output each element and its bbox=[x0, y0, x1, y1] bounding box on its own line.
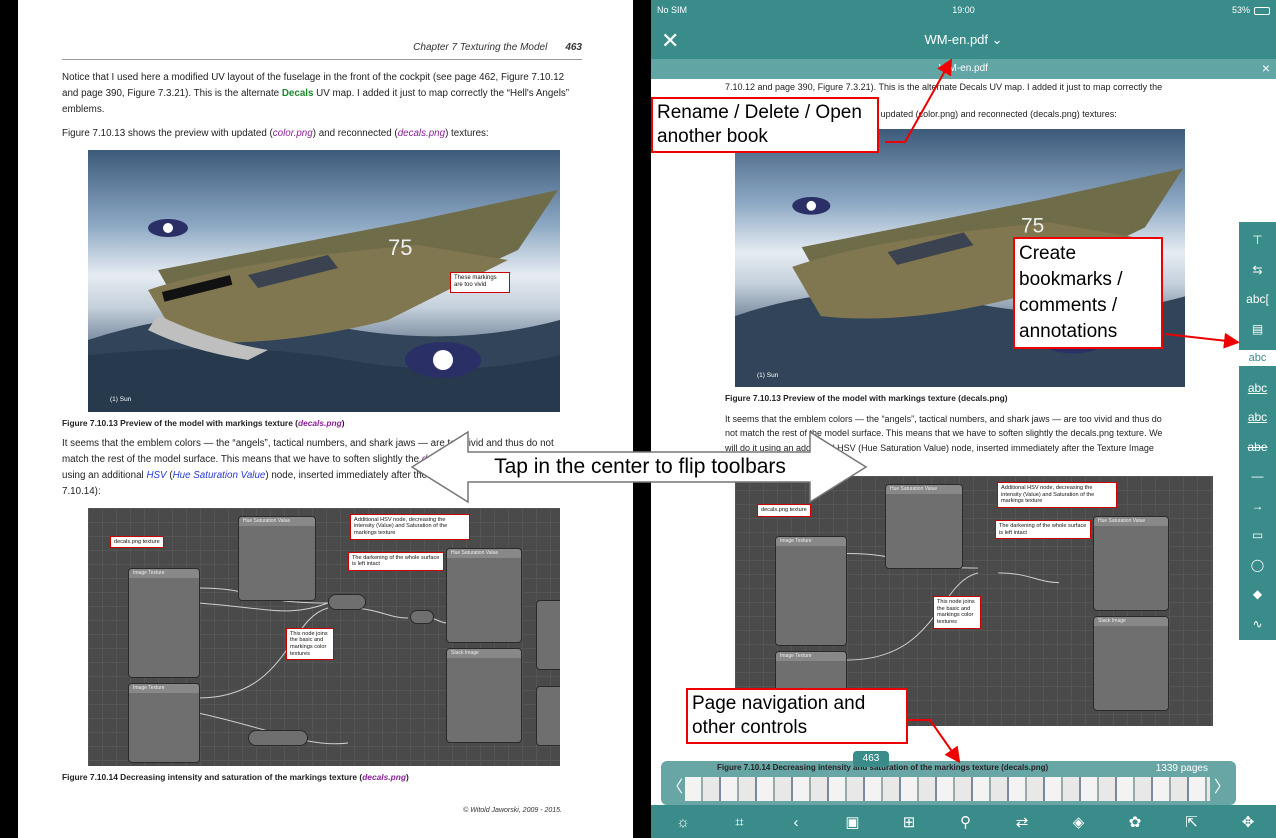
grid-icon[interactable]: ⊞ bbox=[894, 811, 924, 835]
multiply-node bbox=[410, 609, 434, 624]
right-figure-caption-1: Figure 7.10.13 Preview of the model with… bbox=[725, 393, 1008, 404]
right-text-line-2: not match the rest of the model surface.… bbox=[725, 428, 1163, 439]
left-black-border bbox=[0, 0, 18, 838]
right-node-1: Image Texture bbox=[775, 536, 847, 647]
convert-icon[interactable]: ⇄ bbox=[1007, 811, 1037, 835]
freehand-icon[interactable]: ∿ bbox=[1239, 610, 1276, 638]
status-bar: No SIM 19:00 53% bbox=[651, 0, 1276, 22]
crop-icon[interactable]: ⌗ bbox=[725, 811, 755, 835]
current-page-indicator[interactable]: 463 bbox=[853, 751, 889, 767]
pin-icon[interactable]: ⊤ bbox=[1239, 226, 1276, 254]
highlight-icon[interactable]: abc bbox=[1239, 350, 1276, 366]
brightness-icon[interactable]: ☼ bbox=[668, 811, 698, 835]
right-sun-label: (1) Sun bbox=[757, 371, 779, 379]
back-icon[interactable]: ‹ bbox=[781, 811, 811, 835]
airplane-render-image: 75 These markings are too vivid (1) Sun bbox=[88, 149, 560, 412]
eraser-icon[interactable]: ◆ bbox=[1239, 580, 1276, 608]
gloss-node bbox=[536, 685, 560, 746]
mix-node bbox=[328, 593, 366, 610]
screenshot-root: Chapter 7 Texturing the Model 463 Notice … bbox=[0, 0, 1276, 838]
battery-percent: 53% bbox=[1231, 5, 1250, 15]
annotation-sidebar: ⊤ ⇆ abc[▤ abc abc abc abe — → ▭ ◯ ◆ ∿ bbox=[1239, 222, 1276, 640]
figure-caption-2: Figure 7.10.14 Decreasing intensity and … bbox=[62, 771, 409, 782]
image-texture-node-2: Image Texture bbox=[128, 682, 200, 763]
node-editor-image: Image Texture Image Texture Hue Saturati… bbox=[88, 507, 560, 766]
toolbar-toggle-icon[interactable]: ✥ bbox=[1233, 811, 1263, 835]
strikeout-icon[interactable]: abe bbox=[1239, 433, 1276, 461]
chapter-title: Chapter 7 Texturing the Model bbox=[413, 42, 548, 53]
page-count: 1339 pages bbox=[1155, 763, 1208, 774]
battery-icon bbox=[1254, 7, 1270, 15]
image-texture-node-1: Image Texture bbox=[128, 567, 200, 678]
thumb-next-icon[interactable]: 〉 bbox=[1214, 773, 1230, 797]
arrow-icon[interactable]: → bbox=[1239, 492, 1276, 520]
right-text-line-1: It seems that the emblem colors — the “a… bbox=[725, 413, 1162, 424]
svg-text:75: 75 bbox=[1021, 213, 1044, 237]
page-number: 463 bbox=[565, 42, 582, 53]
right-node-4: Hue Saturation Value bbox=[1093, 516, 1169, 612]
paragraph-1: Notice that I used here a modified UV la… bbox=[62, 72, 570, 115]
right-text-top: 7.10.12 and page 390, Figure 7.3.21). Th… bbox=[725, 82, 1163, 92]
search-icon[interactable]: ⚲ bbox=[951, 811, 981, 835]
text-select-icon[interactable]: abc[ bbox=[1239, 285, 1276, 313]
thumb-prev-icon[interactable]: 〈 bbox=[667, 773, 683, 797]
page-footer: © Witold Jaworski, 2009 - 2015. bbox=[463, 806, 562, 814]
mix-node-2: Stack Image bbox=[446, 647, 522, 743]
pdf-page-left: Chapter 7 Texturing the Model 463 Notice … bbox=[62, 40, 582, 838]
page-thumbnail-strip[interactable]: 〈 〉 Figure 7.10.14 Decreasing intensity … bbox=[661, 751, 1236, 805]
decals-texture-label: decals.png texture bbox=[110, 535, 164, 549]
center-black-divider bbox=[633, 0, 651, 838]
bottom-toolbar: ☼ ⌗ ‹ ▣ ⊞ ⚲ ⇄ ◈ ✿ ⇱ ✥ bbox=[651, 805, 1276, 838]
right-node-3: Hue Saturation Value bbox=[885, 484, 963, 570]
tab-bar: WM-en.pdf × bbox=[651, 59, 1276, 79]
svg-text:75: 75 bbox=[388, 235, 412, 260]
right-joins-label: This node joins the basic and markings c… bbox=[933, 596, 981, 629]
right-node-5: Stack Image bbox=[1093, 616, 1169, 712]
right-text-line-3: will do it using an additional HSV (Hue … bbox=[725, 442, 1154, 453]
callout-rename: Rename / Delete / Open another book bbox=[651, 97, 879, 153]
node-joins-label: This node joins the basic and markings c… bbox=[286, 627, 334, 661]
settings-icon[interactable]: ✿ bbox=[1120, 811, 1150, 835]
ellipse-icon[interactable]: ◯ bbox=[1239, 551, 1276, 579]
export-icon[interactable]: ⇱ bbox=[1177, 811, 1207, 835]
underline-icon[interactable]: abc bbox=[1239, 374, 1276, 402]
callout-center-tap: Tap in the center to flip toolbars bbox=[494, 455, 786, 478]
photo-annotation: These markings are too vivid bbox=[450, 271, 510, 293]
right-decals-label: decals.png texture bbox=[757, 504, 811, 517]
callout-navigation: Page navigation and other controls bbox=[686, 688, 908, 744]
paragraph-2: Figure 7.10.13 shows the preview with up… bbox=[62, 127, 489, 139]
comment-icon[interactable]: ▤ bbox=[1239, 315, 1276, 343]
right-hsv-label: Additional HSV node, decreasing the inte… bbox=[997, 482, 1117, 509]
darkening-label: The darkening of the whole surface is le… bbox=[348, 551, 444, 572]
figure-caption-1: Figure 7.10.13 Preview of the model with… bbox=[62, 417, 345, 428]
clock: 19:00 bbox=[952, 5, 975, 15]
book-icon[interactable]: ▣ bbox=[838, 811, 868, 835]
hsv-node-label: Additional HSV node, decreasing the inte… bbox=[350, 513, 470, 540]
top-toolbar: ✕ WM-en.pdf ⌄ bbox=[651, 22, 1276, 59]
multiply-node-2 bbox=[248, 729, 308, 746]
pdf-page-right: 7.10.12 and page 390, Figure 7.3.21). Th… bbox=[725, 80, 1219, 760]
hsv-node-2: Hue Saturation Value bbox=[446, 547, 522, 643]
pages-icon[interactable]: ⇆ bbox=[1239, 256, 1276, 284]
document-title-button[interactable]: WM-en.pdf ⌄ bbox=[651, 32, 1276, 48]
squiggly-icon[interactable]: abc bbox=[1239, 403, 1276, 431]
page-header: Chapter 7 Texturing the Model 463 bbox=[62, 40, 582, 61]
tab-document[interactable]: WM-en.pdf bbox=[651, 63, 1276, 74]
rectangle-icon[interactable]: ▭ bbox=[1239, 521, 1276, 549]
close-tab-icon[interactable]: × bbox=[1262, 60, 1270, 76]
hsv-node-1: Hue Saturation Value bbox=[238, 515, 316, 601]
image-texture-node-3 bbox=[536, 599, 560, 670]
right-darkening-label: The darkening of the whole surface is le… bbox=[995, 520, 1091, 540]
night-mode-icon[interactable]: ◈ bbox=[1064, 811, 1094, 835]
sun-label: (1) Sun bbox=[110, 396, 132, 404]
callout-bookmarks: Create bookmarks / comments / annotation… bbox=[1013, 237, 1163, 349]
line-icon[interactable]: — bbox=[1239, 462, 1276, 490]
thumbnail-row[interactable] bbox=[685, 777, 1210, 801]
